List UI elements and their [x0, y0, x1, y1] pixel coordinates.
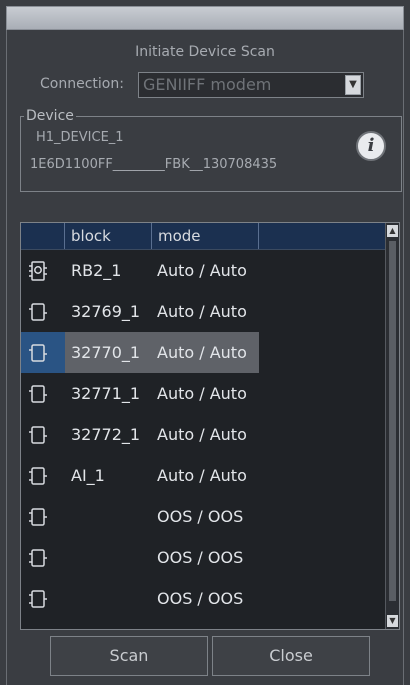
- block-cell: RB2_1: [71, 261, 122, 280]
- block-cell: 32771_1: [71, 384, 141, 403]
- mode-cell: Auto / Auto: [157, 384, 247, 403]
- scan-button[interactable]: Scan: [50, 636, 208, 676]
- table-header: block mode: [21, 223, 385, 250]
- function-block-icon: [27, 506, 49, 528]
- mode-cell: Auto / Auto: [157, 343, 247, 362]
- function-block-icon: [27, 465, 49, 487]
- block-cell: 32772_1: [71, 425, 141, 444]
- resource-block-icon: [27, 260, 49, 282]
- table-row[interactable]: AI_1 Auto / Auto: [21, 455, 385, 496]
- mode-cell: Auto / Auto: [157, 261, 247, 280]
- block-cell: 32769_1: [71, 302, 141, 321]
- device-id: 1E6D1100FF________FBK__130708435: [30, 157, 278, 172]
- table-row[interactable]: OOS / OOS: [21, 537, 385, 578]
- vertical-scrollbar[interactable]: ▲ ▼: [385, 223, 399, 629]
- column-header-mode[interactable]: mode: [152, 223, 259, 249]
- transducer-block-icon: [27, 301, 49, 323]
- connection-value: GENIIFF modem: [143, 75, 272, 94]
- mode-cell: OOS / OOS: [157, 589, 244, 608]
- table-row[interactable]: OOS / OOS: [21, 578, 385, 619]
- table-row[interactable]: 32769_1 Auto / Auto: [21, 291, 385, 332]
- block-cell: 32770_1: [71, 343, 141, 362]
- mode-cell: OOS / OOS: [157, 548, 244, 567]
- transducer-block-icon: [27, 383, 49, 405]
- connection-label: Connection:: [40, 76, 124, 92]
- mode-cell: Auto / Auto: [157, 302, 247, 321]
- mode-cell: Auto / Auto: [157, 425, 247, 444]
- device-group: [20, 116, 402, 192]
- table-row[interactable]: RB2_1 Auto / Auto: [21, 250, 385, 291]
- connection-select[interactable]: GENIIFF modem ▼: [138, 72, 364, 98]
- block-cell: AI_1: [71, 466, 105, 485]
- transducer-block-icon: [27, 342, 49, 364]
- transducer-block-icon: [27, 424, 49, 446]
- scrollbar-thumb[interactable]: [389, 241, 396, 601]
- device-legend: Device: [24, 108, 76, 124]
- mode-cell: OOS / OOS: [157, 507, 244, 526]
- close-button[interactable]: Close: [212, 636, 370, 676]
- scroll-up-icon[interactable]: ▲: [387, 225, 398, 237]
- block-table: block mode RB2_1 Auto / Auto 32769_1 Auto /…: [20, 222, 400, 630]
- column-header-icon: [21, 223, 65, 249]
- function-block-icon: [27, 547, 49, 569]
- chevron-down-icon[interactable]: ▼: [345, 75, 361, 95]
- mode-cell: Auto / Auto: [157, 466, 247, 485]
- table-row[interactable]: 32771_1 Auto / Auto: [21, 373, 385, 414]
- function-block-icon: [27, 588, 49, 610]
- window-titlebar[interactable]: [6, 6, 404, 30]
- info-icon[interactable]: i: [356, 131, 386, 161]
- column-header-block[interactable]: block: [65, 223, 152, 249]
- scroll-down-icon[interactable]: ▼: [387, 615, 398, 627]
- table-row[interactable]: OOS / OOS: [21, 496, 385, 537]
- device-name: H1_DEVICE_1: [36, 130, 124, 145]
- table-row[interactable]: 32770_1 Auto / Auto: [21, 332, 385, 373]
- dialog-title: Initiate Device Scan: [135, 44, 275, 60]
- table-row[interactable]: 32772_1 Auto / Auto: [21, 414, 385, 455]
